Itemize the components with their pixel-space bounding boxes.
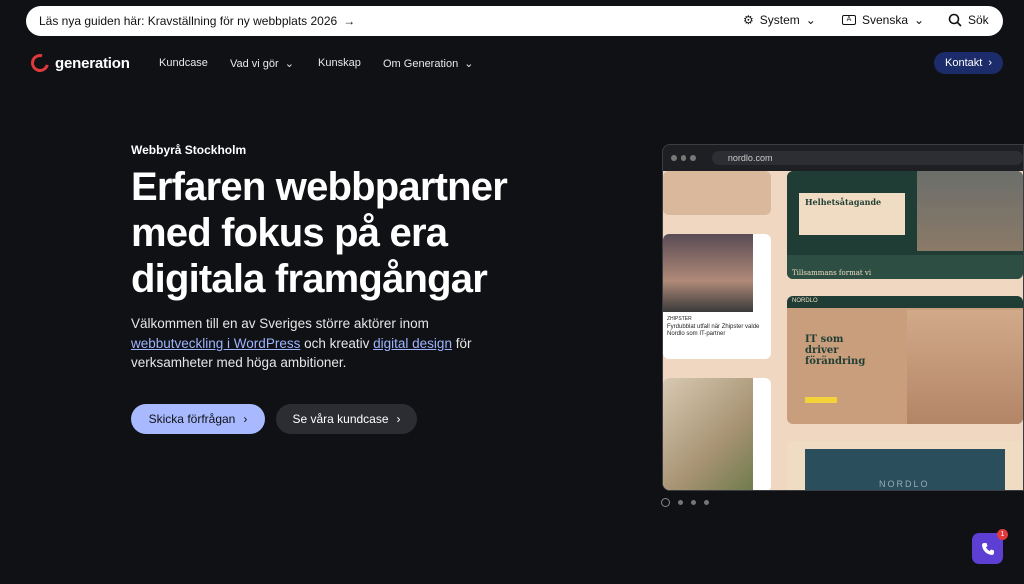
chevron-down-icon: ⌄ <box>284 58 294 70</box>
nav-item-label: Vad vi gör <box>230 57 279 70</box>
see-cases-button[interactable]: Se våra kundcase › <box>276 404 417 434</box>
gear-icon: ⚙ <box>743 13 754 27</box>
card-caption: Fyrdubblat utfall när Zhipster valde Nor… <box>667 324 760 337</box>
showcase-browser: nordlo.com ZHIPSTER Fyrdubblat utfall nä… <box>662 144 1024 491</box>
nav-item-label: Kundcase <box>159 57 208 69</box>
chevron-right-icon: › <box>396 412 401 426</box>
search-label: Sök <box>968 13 989 27</box>
main-nav: generation Kundcase Vad vi gör ⌄ Kunskap … <box>0 50 1024 76</box>
showcase-card-image <box>663 171 771 215</box>
card-brand: ZHIPSTER <box>667 316 692 322</box>
contact-button[interactable]: Kontakt › <box>934 52 1003 74</box>
link-webbutveckling[interactable]: webbutveckling i WordPress <box>131 336 300 351</box>
lead-text: och kreativ <box>304 335 370 351</box>
browser-toolbar: nordlo.com <box>663 145 1023 171</box>
contact-label: Kontakt <box>945 57 983 69</box>
chevron-right-icon: › <box>243 412 248 426</box>
card-topbar <box>787 296 1023 308</box>
nav-item-label: Kunskap <box>318 57 361 69</box>
logo[interactable]: generation <box>27 50 130 76</box>
language-selector[interactable]: A Svenska ⌄ <box>842 13 924 27</box>
pager-dot[interactable] <box>678 500 683 505</box>
button-label: Se våra kundcase <box>292 412 389 426</box>
pager-dot-active[interactable] <box>661 498 670 507</box>
nav-item-vad-vi-gor[interactable]: Vad vi gör ⌄ <box>230 57 294 71</box>
showcase-card-portrait <box>663 378 771 490</box>
announcement-bar: Läs nya guiden här: Kravställning för ny… <box>26 6 1003 36</box>
chevron-down-icon: ⌄ <box>805 13 816 27</box>
card-heading: IT som driver förändring <box>805 334 866 367</box>
theme-selector[interactable]: ⚙ System ⌄ <box>743 13 816 27</box>
hero-title: Erfaren webbpartner med fokus på era dig… <box>131 165 508 301</box>
logo-text: generation <box>55 54 130 72</box>
arrow-right-icon: → <box>343 14 356 28</box>
hero-lead: Välkommen till en av Sveriges större akt… <box>131 314 511 373</box>
card-heading: Helhetsåtagande <box>805 197 882 207</box>
pager-dot[interactable] <box>704 500 709 505</box>
theme-label: System <box>759 13 800 27</box>
announcement-text[interactable]: Läs nya guiden här: Kravställning för ny… <box>39 14 337 28</box>
window-dot-icon <box>690 155 696 161</box>
truck-image <box>663 234 753 312</box>
chevron-down-icon: ⌄ <box>914 13 925 27</box>
announcement-link[interactable]: Läs nya guiden här: Kravställning för ny… <box>39 14 355 28</box>
link-digital-design[interactable]: digital design <box>373 336 452 351</box>
nav-item-om-generation[interactable]: Om Generation ⌄ <box>383 57 474 71</box>
request-quote-button[interactable]: Skicka förfrågan › <box>131 404 265 434</box>
search-button[interactable]: Sök <box>948 13 989 27</box>
hero-eyebrow: Webbyrå Stockholm <box>131 143 247 157</box>
card-brand: NORDLO <box>792 298 818 304</box>
showcase-card-helhet: Helhetsåtagande Tillsammans format vi <box>787 171 1023 279</box>
showcase-canvas: ZHIPSTER Fyrdubblat utfall när Zhipster … <box>663 171 1023 490</box>
window-dot-icon <box>680 155 687 161</box>
pager-dot[interactable] <box>691 500 696 505</box>
browser-url: nordlo.com <box>711 151 1023 165</box>
nav-item-label: Om Generation <box>383 57 459 70</box>
chevron-right-icon: › <box>988 57 992 69</box>
nav-item-kunskap[interactable]: Kunskap <box>318 57 361 69</box>
nav-item-kundcase[interactable]: Kundcase <box>159 57 208 69</box>
person-image <box>917 171 1023 251</box>
showcase-card-case: ZHIPSTER Fyrdubblat utfall när Zhipster … <box>663 234 771 359</box>
helhet-box: Helhetsåtagande <box>799 193 905 235</box>
card-cta <box>805 397 837 403</box>
person-image <box>907 310 1023 424</box>
lead-text: Välkommen till en av Sveriges större akt… <box>131 316 429 331</box>
language-icon: A <box>842 15 856 25</box>
portrait-image <box>663 378 753 490</box>
card-subheading: Tillsammans format vi <box>792 269 872 277</box>
chevron-down-icon: ⌄ <box>464 58 474 70</box>
carousel-pager <box>661 498 709 507</box>
notification-badge: 1 <box>997 529 1008 540</box>
language-label: Svenska <box>862 13 909 27</box>
showcase-card-nordlo: NORDLO <box>787 441 1023 490</box>
showcase-card-it: NORDLO IT som driver förändring <box>787 296 1023 424</box>
phone-icon <box>981 542 994 555</box>
button-label: Skicka förfrågan <box>148 412 236 426</box>
window-dot-icon <box>671 155 677 161</box>
logo-mark-icon <box>27 50 53 76</box>
card-brand: NORDLO <box>879 479 930 489</box>
search-icon <box>948 13 962 27</box>
